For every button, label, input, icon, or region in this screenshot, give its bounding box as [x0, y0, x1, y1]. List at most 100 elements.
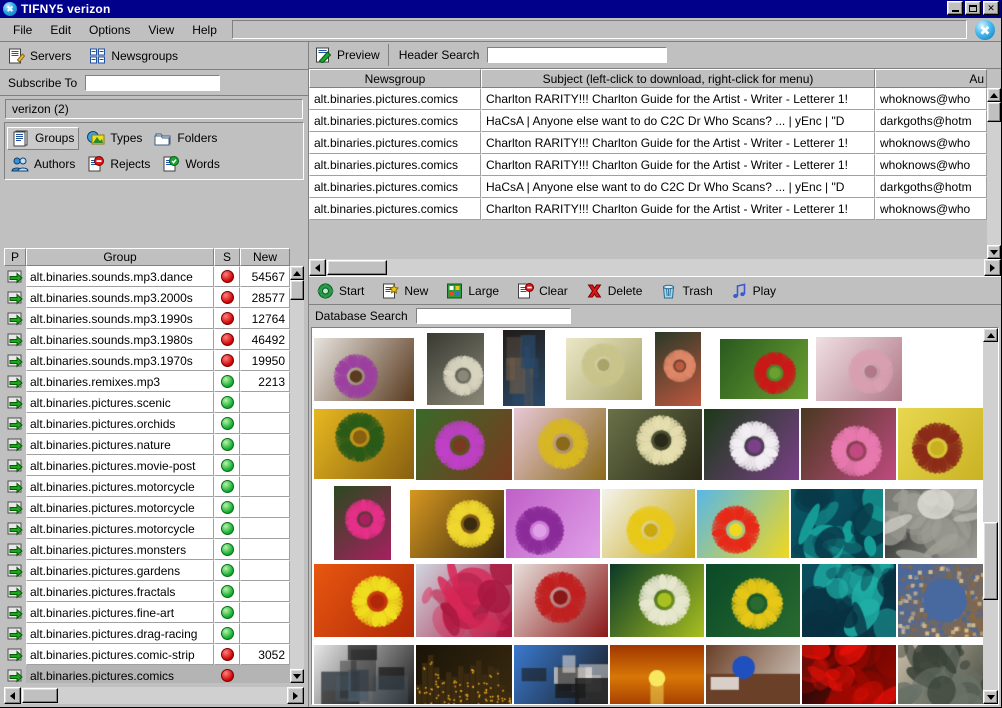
col-header-p[interactable]: P: [4, 248, 26, 266]
server-selector[interactable]: verizon (2): [5, 99, 303, 119]
col-header-s[interactable]: S: [214, 248, 240, 266]
header-search-input[interactable]: [487, 47, 667, 63]
start-button[interactable]: Start: [317, 283, 364, 299]
preview-button[interactable]: Preview: [315, 44, 389, 66]
header-hscroll-right-button[interactable]: [984, 259, 1001, 276]
status-badge[interactable]: [214, 560, 240, 581]
thumbnail-image[interactable]: [802, 645, 896, 704]
group-hscroll-track[interactable]: [21, 687, 287, 704]
thumb-scroll-up-button[interactable]: [983, 328, 998, 342]
thumbnail-image[interactable]: [314, 338, 414, 401]
table-row[interactable]: alt.binaries.pictures.movie-post: [4, 455, 290, 476]
category-authors[interactable]: Authors: [7, 154, 79, 175]
group-horizontal-scrollbar[interactable]: [4, 687, 304, 704]
table-row[interactable]: alt.binaries.pictures.motorcycle: [4, 476, 290, 497]
header-hscroll-track[interactable]: [326, 259, 984, 276]
thumbnail-image[interactable]: [610, 564, 704, 637]
header-scroll-down-button[interactable]: [987, 245, 1001, 259]
subscribed-arrow-icon[interactable]: [4, 497, 26, 518]
subscribed-arrow-icon[interactable]: [4, 413, 26, 434]
table-row[interactable]: alt.binaries.pictures.fractals: [4, 581, 290, 602]
status-badge[interactable]: [214, 644, 240, 665]
subscribed-arrow-icon[interactable]: [4, 623, 26, 644]
subscribed-arrow-icon[interactable]: [4, 287, 26, 308]
thumbnail-image[interactable]: [410, 490, 504, 558]
status-badge[interactable]: [214, 518, 240, 539]
table-row[interactable]: alt.binaries.pictures.comicsHaCsA | Anyo…: [309, 110, 987, 132]
thumbnail-image[interactable]: [898, 645, 983, 704]
subscribed-arrow-icon[interactable]: [4, 371, 26, 392]
header-scroll-thumb[interactable]: [987, 102, 1001, 122]
subscribed-arrow-icon[interactable]: [4, 455, 26, 476]
header-scroll-track[interactable]: [987, 102, 1001, 245]
status-badge[interactable]: [214, 266, 240, 287]
group-hscroll-left-button[interactable]: [4, 687, 21, 704]
thumbnail-image[interactable]: [898, 408, 983, 480]
status-badge[interactable]: [214, 581, 240, 602]
table-row[interactable]: alt.binaries.sounds.mp3.1980s46492: [4, 329, 290, 350]
header-hscroll-left-button[interactable]: [309, 259, 326, 276]
menu-view[interactable]: View: [139, 21, 183, 39]
status-badge[interactable]: [214, 350, 240, 371]
newsgroups-button[interactable]: Newsgroups: [89, 48, 178, 64]
col-header-newsgroup[interactable]: Newsgroup: [309, 69, 481, 88]
table-row[interactable]: alt.binaries.pictures.drag-racing: [4, 623, 290, 644]
thumbnail-image[interactable]: [655, 332, 701, 406]
thumbnail-image[interactable]: [334, 486, 391, 560]
table-row[interactable]: alt.binaries.pictures.comicsCharlton RAR…: [309, 198, 987, 220]
delete-button[interactable]: Delete: [586, 283, 643, 299]
thumbnail-vertical-scrollbar[interactable]: [983, 328, 998, 704]
trash-button[interactable]: Trash: [660, 283, 712, 299]
subscribed-arrow-icon[interactable]: [4, 434, 26, 455]
play-button[interactable]: Play: [731, 283, 776, 299]
table-row[interactable]: alt.binaries.pictures.motorcycle: [4, 518, 290, 539]
group-scroll-track[interactable]: [290, 280, 304, 669]
header-vertical-scrollbar[interactable]: [987, 88, 1001, 259]
status-badge[interactable]: [214, 413, 240, 434]
thumbnail-image[interactable]: [802, 564, 896, 637]
thumb-scroll-thumb[interactable]: [983, 522, 998, 600]
group-scroll-up-button[interactable]: [290, 266, 304, 280]
status-badge[interactable]: [214, 434, 240, 455]
col-header-author[interactable]: Au: [875, 69, 987, 88]
subscribed-arrow-icon[interactable]: [4, 392, 26, 413]
table-row[interactable]: alt.binaries.pictures.comics: [4, 665, 290, 683]
status-badge[interactable]: [214, 308, 240, 329]
thumbnail-image[interactable]: [791, 489, 883, 558]
table-row[interactable]: alt.binaries.pictures.nature: [4, 434, 290, 455]
table-row[interactable]: alt.binaries.sounds.mp3.1990s12764: [4, 308, 290, 329]
status-badge[interactable]: [214, 665, 240, 683]
thumb-scroll-down-button[interactable]: [983, 690, 998, 704]
status-badge[interactable]: [214, 602, 240, 623]
subscribe-input[interactable]: [85, 75, 220, 91]
thumbnail-image[interactable]: [602, 489, 695, 558]
status-badge[interactable]: [214, 329, 240, 350]
header-hscroll-thumb[interactable]: [327, 260, 387, 275]
status-badge[interactable]: [214, 287, 240, 308]
thumbnail-image[interactable]: [314, 409, 414, 479]
thumbnail-image[interactable]: [506, 489, 600, 558]
table-row[interactable]: alt.binaries.pictures.fine-art: [4, 602, 290, 623]
table-row[interactable]: alt.binaries.sounds.mp3.1970s19950: [4, 350, 290, 371]
thumbnail-image[interactable]: [720, 339, 808, 399]
table-row[interactable]: alt.binaries.pictures.scenic: [4, 392, 290, 413]
table-row[interactable]: alt.binaries.pictures.comicsHaCsA | Anyo…: [309, 176, 987, 198]
header-horizontal-scrollbar[interactable]: [309, 259, 1001, 276]
table-row[interactable]: alt.binaries.pictures.monsters: [4, 539, 290, 560]
group-hscroll-right-button[interactable]: [287, 687, 304, 704]
servers-button[interactable]: Servers: [8, 48, 71, 64]
clear-button[interactable]: Clear: [517, 283, 568, 299]
group-scroll-thumb[interactable]: [290, 280, 304, 300]
thumbnail-image[interactable]: [898, 564, 983, 637]
close-button[interactable]: ✕: [983, 1, 999, 15]
thumbnail-image[interactable]: [514, 645, 608, 704]
network-globe-icon[interactable]: ✖: [975, 20, 995, 40]
menu-options[interactable]: Options: [80, 21, 139, 39]
category-rejects[interactable]: Rejects: [83, 154, 154, 175]
subscribed-arrow-icon[interactable]: [4, 560, 26, 581]
status-badge[interactable]: [214, 623, 240, 644]
maximize-button[interactable]: [965, 1, 981, 15]
status-badge[interactable]: [214, 539, 240, 560]
status-badge[interactable]: [214, 497, 240, 518]
table-row[interactable]: alt.binaries.sounds.mp3.dance54567: [4, 266, 290, 287]
